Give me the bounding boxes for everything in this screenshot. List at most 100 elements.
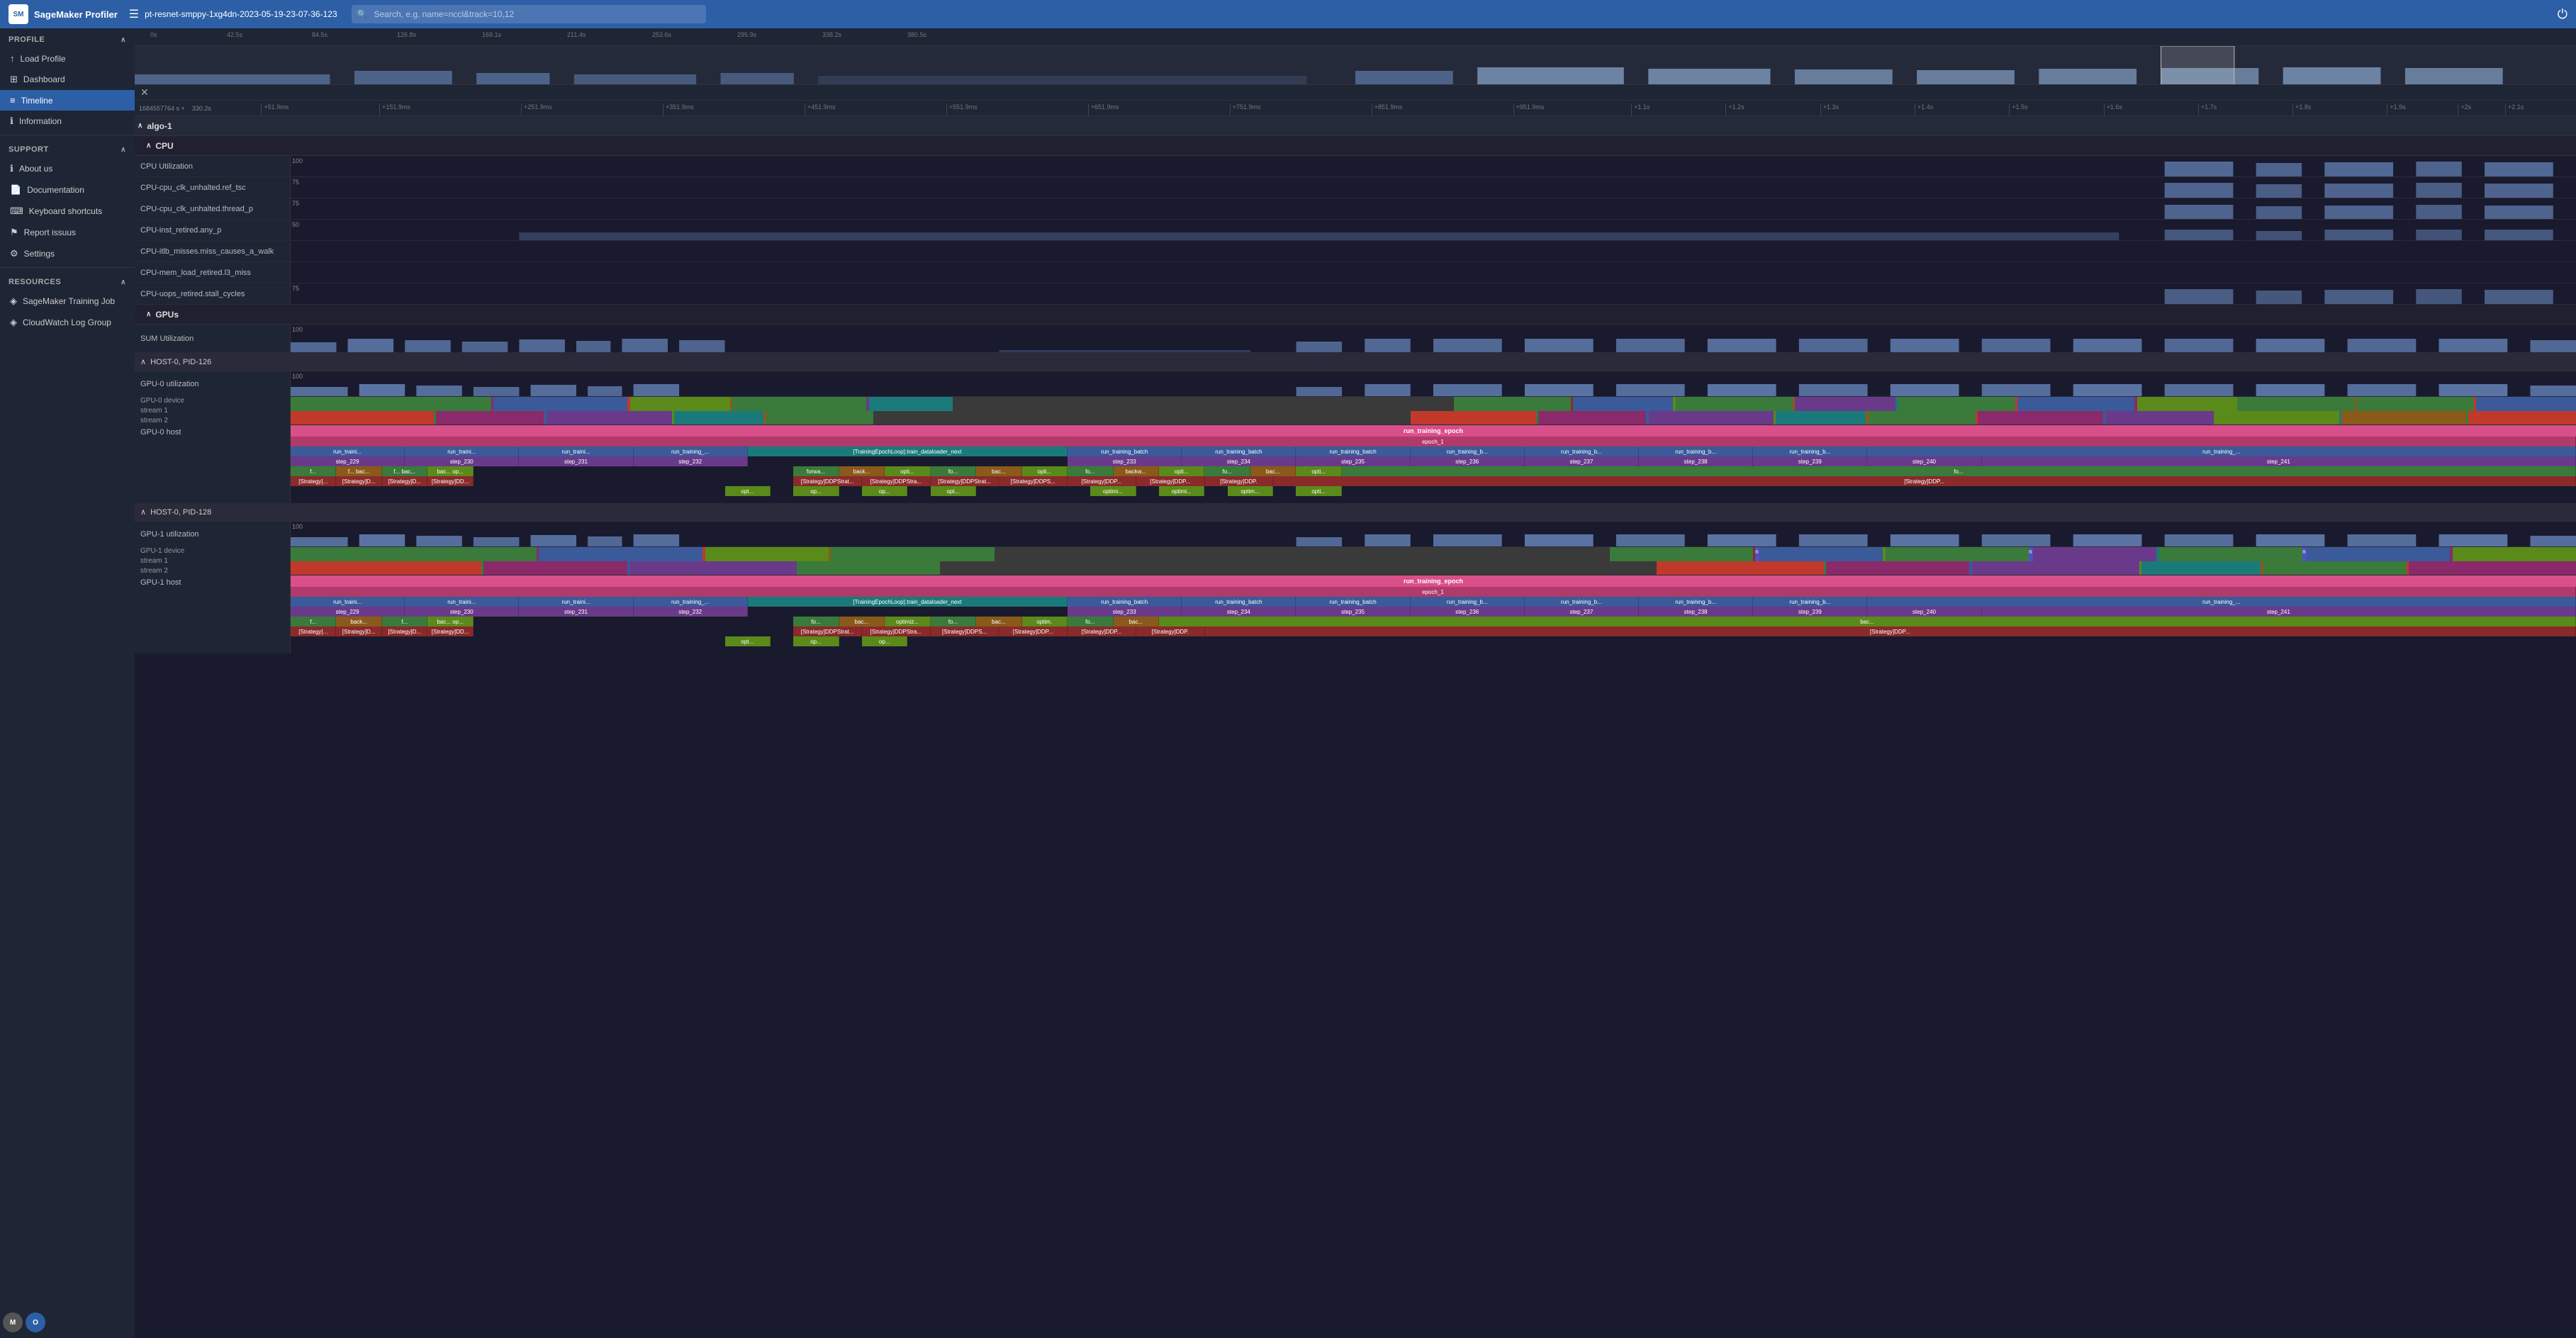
gpu1-func1[interactable]: f... [291, 617, 336, 626]
cpu-group-header[interactable]: ∧ CPU [135, 136, 2576, 156]
step-num-233[interactable]: step_233 [1068, 456, 1182, 466]
sidebar-item-sagemaker-training[interactable]: ◈ SageMaker Training Job [0, 291, 135, 312]
strategy-ddp1[interactable]: [Strategy]DDPStrat... [793, 476, 862, 486]
gpu1-opti1[interactable]: opt... [725, 636, 771, 646]
gpu1-func7[interactable]: optimiz... [885, 617, 930, 626]
sidebar-item-report-issues[interactable]: ⚑ Report issuus [0, 222, 135, 243]
opti-1[interactable]: opt... [725, 486, 771, 496]
gpu1-ddp4[interactable]: [Strategy]DDP... [999, 626, 1068, 636]
gpu1-num-233[interactable]: step_233 [1068, 607, 1182, 617]
gpu1-dataloader-bar[interactable]: [TrainingEpochLoop].train_dataloader_nex… [748, 597, 1068, 607]
gpu1-batch2[interactable]: run_training_batch [1182, 597, 1296, 607]
step-num-229[interactable]: step_229 [291, 456, 405, 466]
step-num-230[interactable]: step_230 [405, 456, 519, 466]
gpu1-batch3[interactable]: run_training_batch [1296, 597, 1410, 607]
step-num-232[interactable]: step_232 [634, 456, 748, 466]
gpu1-func13[interactable]: bac... [1159, 617, 2576, 626]
gpu1-ddp6[interactable]: [Strategy]DDP. [1136, 626, 1205, 636]
host1-header[interactable]: ∧ HOST-0, PID-128 [135, 503, 2576, 522]
step-num-231[interactable]: step_231 [519, 456, 633, 466]
gpu1-func3[interactable]: f... [382, 617, 427, 626]
gpu1-func6[interactable]: bac... [839, 617, 885, 626]
gpu1-num-238[interactable]: step_238 [1639, 607, 1753, 617]
sidebar-item-documentation[interactable]: 📄 Documentation [0, 179, 135, 201]
sidebar-item-settings[interactable]: ⚙ Settings [0, 243, 135, 264]
gpu1-step-training[interactable]: run_training_... [634, 597, 748, 607]
func-fo2[interactable]: fo... [1068, 466, 1113, 476]
gpu1-241[interactable]: run_training_... [1867, 597, 2576, 607]
sidebar-item-cloudwatch[interactable]: ◈ CloudWatch Log Group [0, 312, 135, 333]
gpu1-num-232[interactable]: step_232 [634, 607, 748, 617]
func-bac1[interactable]: f... [291, 466, 336, 476]
func-fo4[interactable]: fo... [1342, 466, 2576, 476]
gpu1-ddp2[interactable]: [Strategy]DDPStra... [862, 626, 931, 636]
func-bac2[interactable]: f... bac... [336, 466, 381, 476]
sidebar-item-keyboard-shortcuts[interactable]: ⌨ Keyboard shortcuts [0, 201, 135, 222]
gpu1-ddp1[interactable]: [Strategy]DDPStrat... [793, 626, 862, 636]
strategy-ddp8[interactable]: [Strategy]DDP... [1273, 476, 2576, 486]
step-num-239[interactable]: step_239 [1753, 456, 1867, 466]
avatar-m[interactable]: M [3, 1312, 23, 1332]
step-bar-241[interactable]: run_training_... [1867, 446, 2576, 456]
gpu1-ddp5[interactable]: [Strategy]DDP... [1068, 626, 1136, 636]
step-bar-b7[interactable]: run_training_b... [1753, 446, 1867, 456]
gpu1-b5[interactable]: run_training_b... [1525, 597, 1639, 607]
sidebar-item-dashboard[interactable]: ⊞ Dashboard [0, 69, 135, 90]
opti-5[interactable]: optimi... [1090, 486, 1136, 496]
gpu1-func11[interactable]: fo... [1068, 617, 1113, 626]
step-bar-batch2[interactable]: run_training_batch [1182, 446, 1296, 456]
strategy-2[interactable]: [Strategy]D... [336, 476, 381, 486]
gpu1-num-231[interactable]: step_231 [519, 607, 633, 617]
step-num-241[interactable]: step_241 [1982, 456, 2576, 466]
func-fo1[interactable]: fo... [931, 466, 976, 476]
gpu1-num-240[interactable]: step_240 [1867, 607, 1981, 617]
step-num-238[interactable]: step_238 [1639, 456, 1753, 466]
epoch1-bar[interactable]: epoch_1 [291, 437, 2576, 446]
gpu1-strategy1[interactable]: [Strategy]... [291, 626, 336, 636]
opti-6[interactable]: optimi... [1159, 486, 1204, 496]
func-opt3[interactable]: opti... [1159, 466, 1204, 476]
gpu1-ddp3[interactable]: [Strategy]DDPS... [931, 626, 999, 636]
gpu1-step-229[interactable]: run_traini... [291, 597, 405, 607]
menu-icon[interactable]: ☰ [129, 7, 139, 21]
run-training-epoch-bar[interactable]: run_training_epoch [291, 425, 2576, 437]
avatar-o[interactable]: O [26, 1312, 45, 1332]
func-bac3[interactable]: bac... [976, 466, 1021, 476]
sidebar-item-information[interactable]: ℹ Information [0, 111, 135, 132]
sidebar-item-load-profile[interactable]: ↑ Load Profile [0, 48, 135, 69]
func-optim1[interactable]: opti... [885, 466, 930, 476]
dataloader-bar[interactable]: [TrainingEpochLoop].train_dataloader_nex… [748, 446, 1068, 456]
gpu1-func12[interactable]: bac... [1114, 617, 1159, 626]
strategy-ddp7[interactable]: [Strategy]DDP. [1205, 476, 1274, 486]
power-icon[interactable]: ⏻ [2558, 7, 2567, 22]
opti-2[interactable]: op... [793, 486, 839, 496]
gpu1-opti3[interactable]: op... [862, 636, 907, 646]
step-bar-training[interactable]: run_training_... [634, 446, 748, 456]
strategy-4[interactable]: [Strategy]DD... [427, 476, 473, 486]
algo1-group-header[interactable]: ∧ algo-1 [135, 116, 2576, 136]
search-input[interactable] [352, 5, 706, 23]
func-fo3[interactable]: fo... [1204, 466, 1250, 476]
step-num-235[interactable]: step_235 [1296, 456, 1410, 466]
func-bac4[interactable]: bac... [1250, 466, 1296, 476]
gpu1-b6[interactable]: run_training_b... [1639, 597, 1753, 607]
gpu1-func8[interactable]: fo... [931, 617, 976, 626]
strategy-ddp3[interactable]: [Strategy]DDPStrat... [931, 476, 999, 486]
gpu1-run-training-epoch-bar[interactable]: run_training_epoch [291, 575, 2576, 587]
gpu1-num-239[interactable]: step_239 [1753, 607, 1867, 617]
func-op1[interactable]: bac... op... [427, 466, 473, 476]
func-opt4[interactable]: opti... [1296, 466, 1341, 476]
host0-header[interactable]: ∧ HOST-0, PID-126 [135, 353, 2576, 371]
gpu1-func10[interactable]: optim. [1022, 617, 1068, 626]
close-icon[interactable]: ✕ [140, 86, 149, 99]
step-num-234[interactable]: step_234 [1182, 456, 1296, 466]
opti-3[interactable]: op... [862, 486, 907, 496]
opti-7[interactable]: optim... [1228, 486, 1273, 496]
step-bar-230[interactable]: run_traini... [405, 446, 519, 456]
gpu1-func2[interactable]: back... [336, 617, 381, 626]
step-bar-b6[interactable]: run_training_b... [1639, 446, 1753, 456]
func-back1[interactable]: back... [839, 466, 885, 476]
timeline-minimap[interactable] [135, 46, 2576, 85]
strategy-1[interactable]: [Strategy]... [291, 476, 336, 486]
gpu1-ddp7[interactable]: [Strategy]DDP... [1205, 626, 2576, 636]
